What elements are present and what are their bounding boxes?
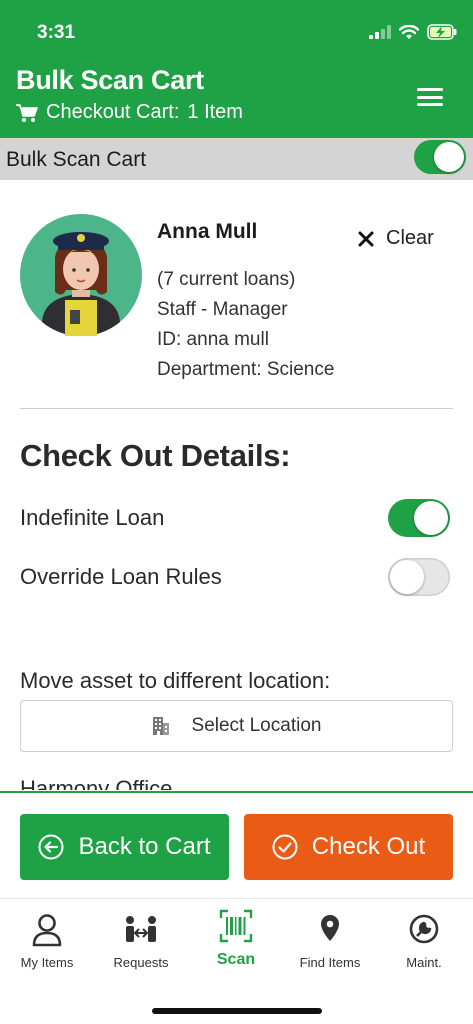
app-title: Bulk Scan Cart: [16, 65, 204, 95]
toggle-knob: [434, 142, 464, 172]
back-to-cart-label: Back to Cart: [78, 833, 211, 860]
check-circle-icon: [272, 834, 298, 860]
divider: [20, 408, 453, 409]
close-icon: [358, 231, 374, 246]
indefinite-loan-label: Indefinite Loan: [20, 505, 165, 530]
status-time: 3:31: [37, 22, 76, 43]
user-role: Staff - Manager: [157, 299, 288, 320]
move-location-label: Move asset to different location:: [20, 668, 331, 693]
location-pin-icon: [321, 915, 339, 941]
bulk-scan-label: Bulk Scan Cart: [6, 148, 147, 171]
building-icon: [152, 717, 169, 735]
checkout-details-title: Check Out Details:: [20, 438, 291, 473]
clear-user-button[interactable]: Clear: [358, 227, 434, 250]
indefinite-loan-toggle[interactable]: [388, 499, 450, 537]
battery-charging-icon: [427, 24, 457, 40]
tab-label: Find Items: [299, 955, 361, 970]
app-header: 3:31 Bulk Scan Cart Checkout Cart: 1 Ite…: [0, 0, 473, 138]
home-indicator: [152, 1008, 322, 1014]
toggle-knob: [390, 560, 424, 594]
back-to-cart-button[interactable]: Back to Cart: [20, 814, 229, 880]
wifi-icon: [399, 24, 419, 39]
maintenance-icon: [409, 914, 439, 944]
tab-label: Maint.: [406, 955, 442, 970]
user-department: Department: Science: [157, 359, 335, 380]
user-id: ID: anna mull: [157, 329, 269, 350]
tab-label: My Items: [20, 955, 74, 970]
toggle-knob: [414, 501, 448, 535]
override-loan-rules-label: Override Loan Rules: [20, 564, 222, 589]
person-icon: [32, 914, 62, 947]
tab-scan[interactable]: Scan: [189, 909, 283, 969]
tab-find-items[interactable]: Find Items: [283, 913, 377, 970]
footer-divider: [0, 791, 473, 793]
tab-label: Scan: [216, 951, 256, 968]
status-icons: [369, 24, 457, 40]
check-out-button[interactable]: Check Out: [244, 814, 453, 880]
barcode-icon: [219, 909, 253, 943]
cart-count: 1 Item: [187, 101, 243, 123]
exchange-icon: [126, 916, 156, 942]
check-out-label: Check Out: [311, 833, 426, 860]
hamburger-menu-icon[interactable]: [417, 86, 443, 108]
signal-icon: [369, 25, 391, 39]
user-loans: (7 current loans): [157, 269, 296, 290]
bulk-scan-bar: Bulk Scan Cart: [0, 138, 473, 180]
user-name: Anna Mull: [157, 220, 258, 243]
select-location-label: Select Location: [191, 715, 322, 736]
back-arrow-circle-icon: [38, 834, 64, 860]
override-loan-rules-toggle[interactable]: [388, 558, 450, 596]
user-avatar: [20, 214, 142, 336]
tab-maintenance[interactable]: Maint.: [377, 913, 471, 970]
tab-my-items[interactable]: My Items: [0, 913, 94, 970]
select-location-button[interactable]: Select Location: [20, 700, 453, 752]
bottom-tab-bar: My Items Requests Scan Find Items Maint.: [0, 898, 473, 1024]
status-bar: 3:31: [0, 0, 473, 62]
tab-label: Requests: [113, 955, 169, 970]
tab-requests[interactable]: Requests: [94, 913, 188, 970]
partial-location-text: Harmony Office: [20, 776, 173, 790]
cart-icon: [16, 103, 38, 122]
cart-label: Checkout Cart:: [46, 101, 180, 123]
bulk-scan-toggle[interactable]: [414, 140, 466, 174]
clear-label: Clear: [386, 227, 434, 249]
checkout-cart-link[interactable]: Checkout Cart: 1 Item: [16, 101, 243, 124]
